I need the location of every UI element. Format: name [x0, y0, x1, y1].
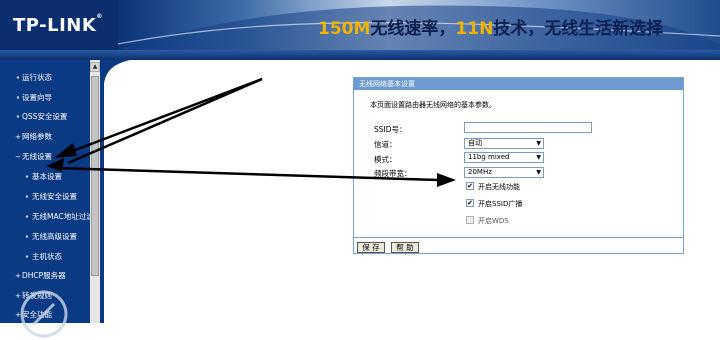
watermark-circle-icon	[20, 290, 68, 338]
sidebar-item-label: QSS安全设置	[22, 112, 68, 121]
sidebar-item-mac-filter[interactable]: • 无线MAC地址过滤	[0, 208, 90, 226]
sidebar-menu: • 运行状态 • 设置向导 • QSS安全设置 +网络参数 −无线设置 • 基本设置 •…	[0, 60, 90, 323]
header-strip	[0, 50, 720, 60]
panel-description: 本页面设置路由器无线网络的基本参数。	[370, 101, 496, 109]
mode-select[interactable]: 11bg mixed ▼	[464, 152, 544, 163]
content-frame-curve	[100, 60, 130, 323]
sidebar-item-label: 运行状态	[22, 73, 52, 82]
scroll-up-icon[interactable]: ▲	[90, 62, 100, 72]
collapse-icon: −	[15, 153, 21, 161]
channel-value: 自动	[468, 139, 482, 147]
sidebar-item-basic-settings[interactable]: • 基本设置	[0, 168, 62, 186]
bullet-icon: •	[24, 253, 30, 261]
bullet-icon: •	[15, 74, 21, 82]
sidebar-item-qss[interactable]: • QSS安全设置	[0, 108, 68, 126]
chevron-down-icon: ▼	[536, 154, 541, 161]
bandwidth-label: 频段带宽：	[374, 169, 412, 178]
enable-wds-checkbox[interactable]	[466, 216, 474, 224]
sidebar-item-wireless[interactable]: −无线设置	[0, 148, 52, 166]
wireless-basic-settings-panel: 无线网络基本设置 本页面设置路由器无线网络的基本参数。 SSID号： 信道： 自…	[353, 77, 684, 254]
chevron-down-icon: ▼	[536, 140, 541, 147]
save-button[interactable]: 保 存	[357, 242, 385, 253]
sidebar-item-label: 设置向导	[22, 93, 52, 102]
ssid-input[interactable]	[464, 122, 592, 133]
channel-select[interactable]: 自动 ▼	[464, 138, 544, 149]
header-banner: TP-LINK® 150M无线速率，11N技术，无线生活新选择	[0, 0, 720, 60]
sidebar-item-dhcp[interactable]: +DHCP服务器	[0, 267, 66, 285]
panel-divider	[354, 237, 683, 238]
help-button[interactable]: 帮 助	[391, 242, 419, 253]
enable-ssid-broadcast-checkbox[interactable]: ✔	[466, 199, 474, 207]
bullet-icon: •	[24, 213, 30, 221]
sidebar-item-wireless-security[interactable]: • 无线安全设置	[0, 188, 77, 206]
sidebar-item-label: 无线高级设置	[32, 232, 77, 241]
mode-value: 11bg mixed	[468, 153, 510, 161]
sidebar-item-label: 网络参数	[22, 132, 52, 141]
channel-label: 信道：	[374, 140, 397, 149]
slogan-text: 150M无线速率，11N技术，无线生活新选择	[318, 19, 664, 39]
bandwidth-select[interactable]: 20MHz ▼	[464, 167, 544, 178]
mode-label: 模式：	[374, 155, 397, 164]
enable-ssid-broadcast-row[interactable]: ✔ 开启SSID广播	[466, 199, 522, 209]
sidebar-item-network[interactable]: +网络参数	[0, 128, 52, 146]
scroll-thumb[interactable]	[91, 76, 99, 276]
sidebar-item-running-status[interactable]: • 运行状态	[0, 69, 52, 87]
expand-icon: +	[15, 272, 21, 280]
bullet-icon: •	[24, 173, 30, 181]
sidebar-item-label: 主机状态	[32, 252, 62, 261]
enable-wds-row[interactable]: 开启WDS	[466, 216, 509, 226]
sidebar-item-label: 无线MAC地址过滤	[32, 212, 90, 221]
bandwidth-value: 20MHz	[468, 168, 492, 176]
sidebar-item-label: 基本设置	[32, 172, 62, 181]
sidebar-item-host-status[interactable]: • 主机状态	[0, 248, 62, 266]
sidebar-item-label: 无线设置	[22, 152, 52, 161]
logo-area: TP-LINK®	[0, 0, 118, 50]
bullet-icon: •	[15, 94, 21, 102]
enable-wireless-checkbox[interactable]: ✔	[466, 182, 474, 190]
tp-link-logo: TP-LINK®	[13, 13, 103, 36]
sidebar-item-label: 无线安全设置	[32, 192, 77, 201]
enable-wireless-row[interactable]: ✔ 开启无线功能	[466, 182, 520, 192]
slogan-banner: 150M无线速率，11N技术，无线生活新选择	[118, 0, 720, 50]
sidebar-item-label: DHCP服务器	[22, 271, 66, 280]
chevron-down-icon: ▼	[536, 169, 541, 176]
bullet-icon: •	[24, 193, 30, 201]
expand-icon: +	[15, 133, 21, 141]
enable-wireless-label: 开启无线功能	[478, 183, 520, 191]
panel-title: 无线网络基本设置	[354, 78, 683, 90]
enable-ssid-broadcast-label: 开启SSID广播	[478, 200, 523, 208]
sidebar-item-wireless-advanced[interactable]: • 无线高级设置	[0, 228, 77, 246]
bullet-icon: •	[15, 113, 21, 121]
sidebar-item-setup-wizard[interactable]: • 设置向导	[0, 89, 52, 107]
ssid-label: SSID号：	[374, 125, 407, 134]
bullet-icon: •	[24, 233, 30, 241]
sidebar-scrollbar[interactable]: ▲	[90, 60, 100, 323]
enable-wds-label: 开启WDS	[478, 217, 509, 225]
